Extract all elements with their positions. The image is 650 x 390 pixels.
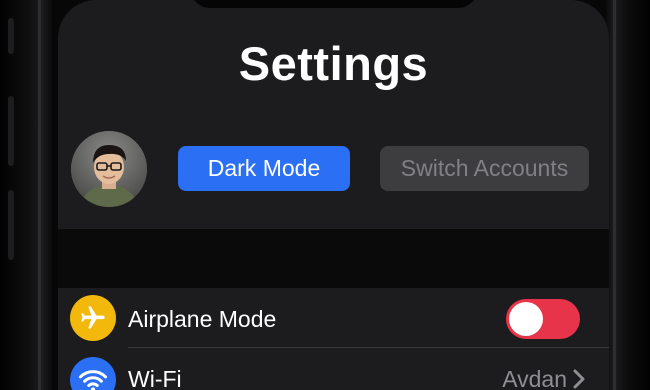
device-notch	[190, 0, 478, 8]
chevron-right-icon	[573, 369, 585, 389]
device-right-edge	[606, 0, 650, 390]
volume-button	[8, 190, 14, 260]
section-spacer	[58, 229, 609, 288]
device-frame: Settings Dark Mode Switch Accounts Airpl…	[0, 0, 650, 390]
page-title: Settings	[238, 37, 429, 90]
airplane-mode-toggle[interactable]	[506, 299, 580, 339]
avatar[interactable]	[71, 131, 147, 207]
device-left-edge	[0, 0, 52, 390]
settings-row-label: Wi-Fi	[128, 366, 182, 390]
settings-screen: Settings Dark Mode Switch Accounts Airpl…	[58, 0, 609, 390]
toggle-knob	[509, 302, 543, 336]
settings-row-label: Airplane Mode	[128, 306, 277, 332]
wifi-network-name: Avdan	[502, 366, 567, 390]
side-button	[8, 18, 14, 54]
volume-button	[8, 96, 14, 166]
dark-mode-button[interactable]: Dark Mode	[178, 146, 350, 191]
airplane-icon	[70, 295, 116, 341]
avatar-photo	[71, 131, 147, 207]
switch-accounts-button[interactable]: Switch Accounts	[380, 146, 589, 191]
wifi-icon	[70, 357, 116, 390]
